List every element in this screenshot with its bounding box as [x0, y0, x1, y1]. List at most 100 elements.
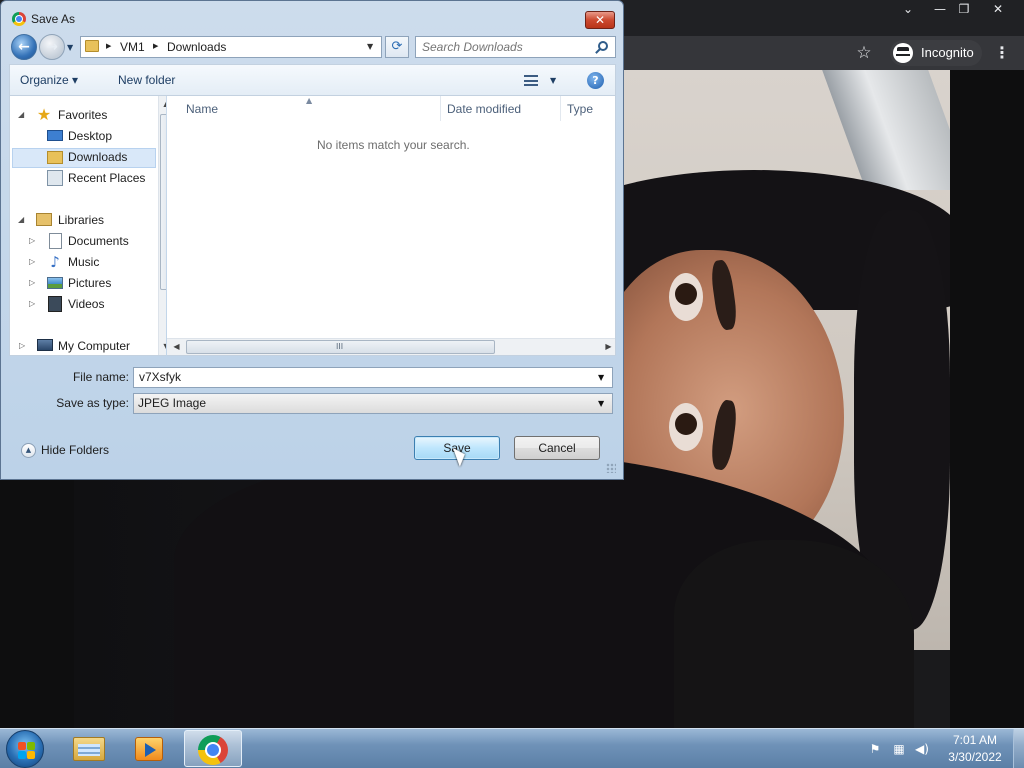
column-separator[interactable]	[560, 96, 561, 121]
expand-arrow-icon[interactable]: ▷	[29, 299, 35, 308]
column-header-type[interactable]: Type	[567, 102, 593, 116]
videos-icon	[48, 296, 62, 312]
breadcrumb-vm1[interactable]: VM1	[120, 40, 145, 54]
tree-item-videos[interactable]: ▷ Videos	[18, 295, 156, 315]
taskbar-chrome[interactable]	[184, 730, 242, 767]
recent-pages-dropdown-icon[interactable]: ▼	[67, 43, 73, 52]
tree-item-recent-places[interactable]: Recent Places	[18, 169, 156, 189]
breadcrumb-separator-icon[interactable]: ▶	[106, 42, 111, 50]
help-icon[interactable]: ?	[587, 72, 604, 89]
show-desktop-button[interactable]	[1013, 729, 1024, 768]
command-bar: Organize ▾ New folder ▼ ?	[9, 64, 616, 96]
star-icon: ★	[36, 105, 52, 124]
file-list: ▲ Name Date modified Type No items match…	[167, 96, 616, 356]
search-icon[interactable]	[598, 41, 608, 51]
sort-arrow-icon: ▲	[306, 96, 313, 105]
address-dropdown-icon[interactable]: ▼	[367, 42, 373, 51]
hide-folders-button[interactable]: ▲ Hide Folders	[21, 442, 121, 460]
tree-item-pictures[interactable]: ▷ Pictures	[18, 274, 156, 294]
cancel-button[interactable]: Cancel	[514, 436, 600, 460]
column-header-date-modified[interactable]: Date modified	[447, 102, 521, 116]
collapse-up-icon: ▲	[21, 443, 36, 458]
resize-grip[interactable]	[606, 463, 616, 473]
tree-item-label: Music	[68, 255, 100, 269]
downloads-folder-icon	[47, 151, 63, 164]
expand-arrow-icon[interactable]: ▷	[19, 341, 25, 350]
expand-arrow-icon[interactable]: ▷	[29, 236, 35, 245]
taskbar: ⚑ ▦ ◀) 7:01 AM 3/30/2022	[0, 728, 1024, 768]
back-button[interactable]: ←	[11, 34, 37, 60]
tree-item-music[interactable]: ▷ ♪ Music	[18, 253, 156, 273]
tab-search-icon[interactable]: ⌄	[892, 0, 924, 18]
clock-date[interactable]: 3/30/2022	[940, 750, 1010, 764]
forward-button[interactable]: →	[39, 34, 65, 60]
documents-icon	[49, 233, 62, 249]
scroll-left-arrow-icon[interactable]: ◀	[169, 342, 184, 351]
tree-item-label: Downloads	[68, 150, 128, 164]
breadcrumb-downloads[interactable]: Downloads	[167, 40, 226, 54]
incognito-profile-button[interactable]: Incognito	[890, 40, 982, 66]
network-icon[interactable]: ▦	[891, 741, 907, 757]
save-as-type-select[interactable]: JPEG Image ▼	[133, 393, 613, 414]
hide-folders-label: Hide Folders	[41, 443, 110, 457]
scroll-thumb[interactable]	[160, 114, 166, 290]
restore-button[interactable]: ❐	[948, 0, 980, 18]
refresh-button[interactable]: ⟳	[385, 36, 409, 58]
action-center-icon[interactable]: ⚑	[867, 741, 883, 757]
clock-time[interactable]: 7:01 AM	[940, 733, 1010, 747]
volume-icon[interactable]: ◀)	[914, 741, 930, 757]
scroll-thumb[interactable]: III	[186, 340, 495, 354]
dialog-titlebar[interactable]: Save As ✕	[1, 1, 623, 31]
tree-item-documents[interactable]: ▷ Documents	[18, 232, 156, 252]
tree-item-my-computer[interactable]: ▷ My Computer	[18, 337, 156, 355]
search-box[interactable]	[415, 36, 616, 58]
file-name-input[interactable]	[139, 370, 579, 384]
scroll-right-arrow-icon[interactable]: ▶	[601, 342, 616, 351]
tree-item-label: Documents	[68, 234, 129, 248]
navigation-pane-scrollbar[interactable]: ▲ ▼	[158, 96, 166, 355]
tree-item-favorites[interactable]: ◢ ★ Favorites	[18, 106, 156, 126]
save-as-type-dropdown-icon[interactable]: ▼	[598, 399, 604, 408]
expand-arrow-icon[interactable]: ▷	[29, 278, 35, 287]
scroll-down-arrow-icon[interactable]: ▼	[159, 342, 166, 351]
start-button[interactable]	[6, 730, 44, 768]
chrome-close-button[interactable]: ✕	[982, 0, 1014, 18]
taskbar-media-player[interactable]	[120, 730, 178, 767]
tree-item-desktop[interactable]: Desktop	[18, 127, 156, 147]
desktop-icon	[47, 130, 63, 141]
music-icon: ♪	[50, 253, 60, 271]
tree-item-label: Desktop	[68, 129, 113, 143]
photo-eye	[669, 403, 703, 451]
windows-logo-icon	[18, 751, 26, 759]
file-name-dropdown-icon[interactable]: ▼	[598, 373, 604, 382]
navigation-pane: ◢ ★ Favorites Desktop Downloads Recent P…	[9, 96, 166, 356]
tree-item-label: Pictures	[68, 276, 112, 290]
scroll-up-arrow-icon[interactable]: ▲	[159, 99, 166, 108]
column-separator[interactable]	[440, 96, 441, 121]
photo-shoulder	[674, 540, 914, 728]
organize-button[interactable]: Organize ▾	[20, 73, 78, 87]
file-list-horizontal-scrollbar[interactable]: ◀ III ▶	[167, 338, 615, 355]
column-header-name[interactable]: Name	[186, 102, 218, 116]
chrome-menu-icon[interactable]: ⋮	[994, 42, 1010, 64]
pictures-icon	[47, 277, 63, 289]
expand-arrow-icon[interactable]: ▷	[29, 257, 35, 266]
search-input[interactable]	[422, 40, 594, 54]
new-folder-button[interactable]: New folder	[118, 73, 175, 87]
recent-places-icon	[47, 170, 63, 186]
tree-item-libraries[interactable]: ◢ Libraries	[18, 211, 156, 231]
file-name-field[interactable]: ▼	[133, 367, 613, 388]
address-bar[interactable]: ▶ VM1 ▶ Downloads ▼	[80, 36, 382, 58]
tree-item-label: Libraries	[58, 213, 105, 227]
dialog-close-button[interactable]: ✕	[585, 11, 615, 29]
tree-item-downloads[interactable]: Downloads	[12, 148, 156, 168]
collapse-arrow-icon[interactable]: ◢	[18, 110, 24, 119]
bookmark-star-icon[interactable]: ☆	[853, 42, 875, 64]
views-dropdown-icon[interactable]: ▼	[550, 76, 556, 85]
save-as-dialog: Save As ✕ ← → ▼ ▶ VM1 ▶ Downloads ▼ ⟳ Or…	[0, 0, 624, 480]
libraries-icon	[36, 213, 52, 226]
collapse-arrow-icon[interactable]: ◢	[18, 215, 24, 224]
taskbar-explorer[interactable]	[60, 730, 118, 767]
views-icon[interactable]	[524, 75, 538, 86]
breadcrumb-separator-icon[interactable]: ▶	[153, 42, 158, 50]
